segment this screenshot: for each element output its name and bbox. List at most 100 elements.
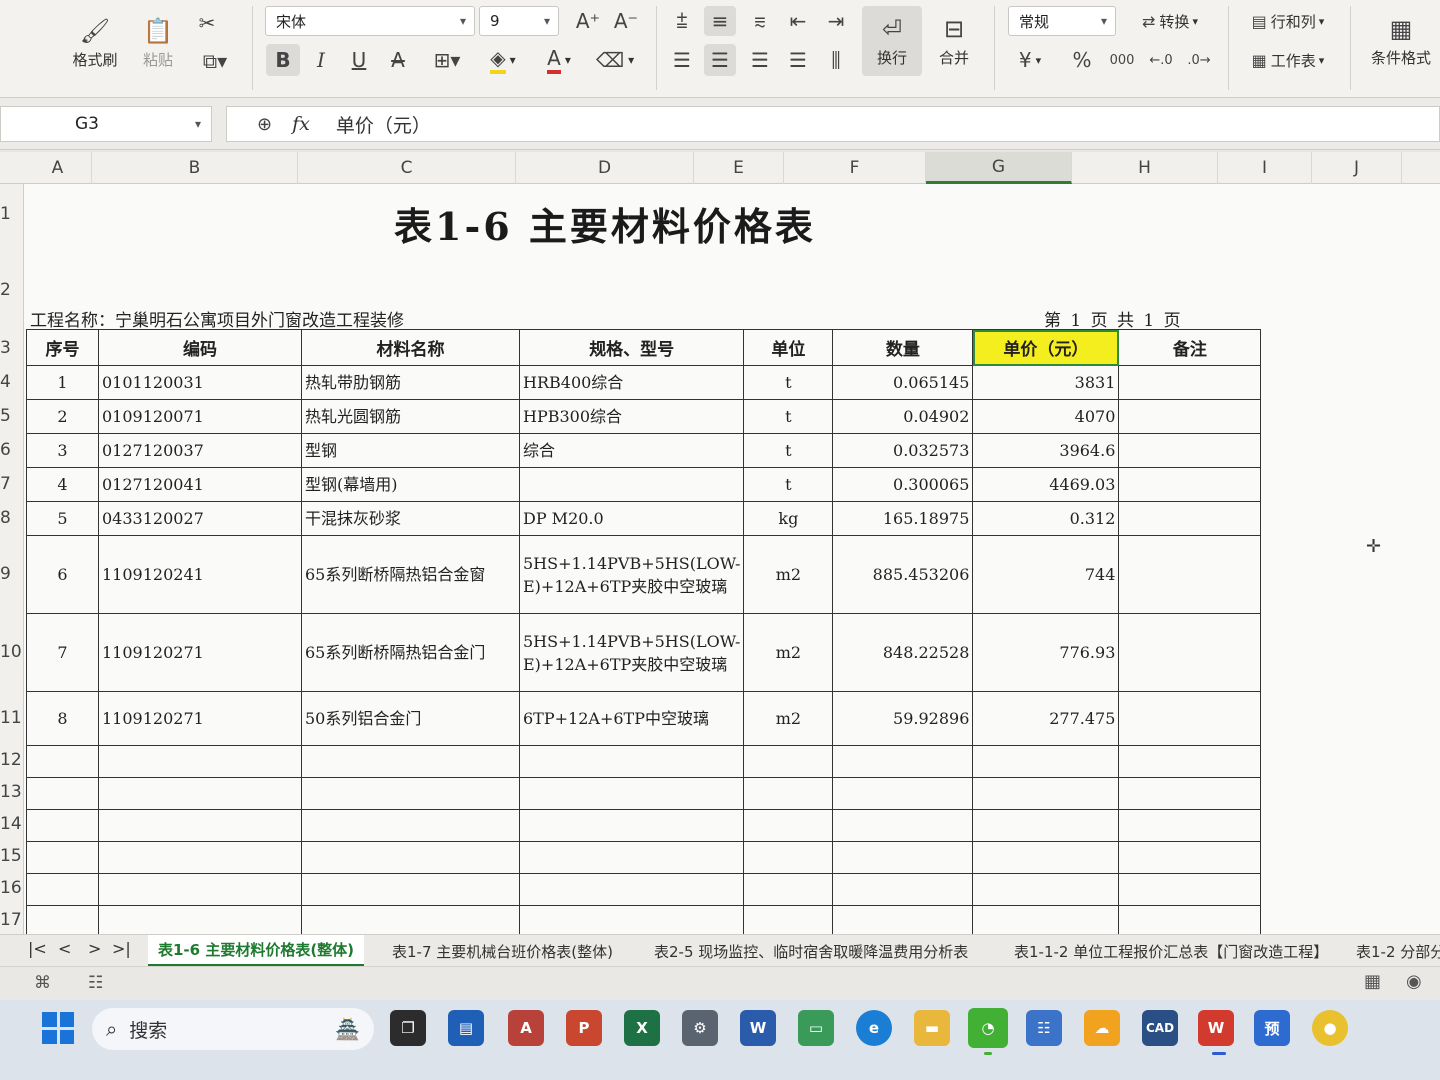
access-app-icon[interactable]: A bbox=[508, 1010, 544, 1046]
first-sheet-icon[interactable]: |< bbox=[28, 939, 47, 958]
taskbar-search-box[interactable]: ⌕ 搜索 🏯 bbox=[92, 1008, 374, 1050]
cell-unit[interactable]: t bbox=[743, 467, 834, 502]
conditional-format-button[interactable]: ▦ 条件格式 bbox=[1362, 6, 1440, 76]
increase-indent-button[interactable]: ⇥ bbox=[820, 6, 852, 36]
store-icon[interactable]: ▤ bbox=[448, 1010, 484, 1046]
cell-qty[interactable]: 885.453206 bbox=[832, 535, 974, 614]
cell-qty[interactable]: 59.92896 bbox=[832, 691, 974, 746]
italic-button[interactable]: I bbox=[306, 44, 336, 76]
justify-button[interactable]: ☰ bbox=[782, 44, 814, 76]
wps-form-icon[interactable]: ☷ bbox=[1026, 1010, 1062, 1046]
cell-note[interactable] bbox=[1118, 399, 1262, 434]
bold-button[interactable]: B bbox=[266, 44, 300, 76]
settings-gear-icon[interactable]: ⚙ bbox=[682, 1010, 718, 1046]
cell-qty[interactable]: 848.22528 bbox=[832, 613, 974, 692]
increase-font-button[interactable]: A⁺ bbox=[572, 6, 604, 36]
cell-code[interactable]: 1109120241 bbox=[98, 535, 302, 614]
cell-note[interactable] bbox=[1118, 433, 1262, 468]
task-view-icon[interactable]: ❐ bbox=[390, 1010, 426, 1046]
cell-unit[interactable]: t bbox=[743, 433, 834, 468]
column-header-e[interactable]: E bbox=[694, 152, 784, 184]
last-sheet-icon[interactable]: >| bbox=[112, 939, 131, 958]
number-format-select[interactable]: 常规 ▾ bbox=[1008, 6, 1116, 36]
start-button[interactable] bbox=[42, 1012, 74, 1044]
merge-cells-button[interactable]: ⊟ 合并 bbox=[926, 6, 982, 76]
prev-sheet-icon[interactable]: < bbox=[58, 939, 71, 958]
decrease-font-button[interactable]: A⁻ bbox=[610, 6, 642, 36]
cell-spec[interactable]: 6TP+12A+6TP中空玻璃 bbox=[518, 691, 745, 746]
cell-price[interactable]: 0.312 bbox=[972, 501, 1120, 536]
cell-qty[interactable]: 165.18975 bbox=[832, 501, 974, 536]
remote-app-icon[interactable]: ▭ bbox=[798, 1010, 834, 1046]
header-unit[interactable]: 单位 bbox=[743, 329, 834, 366]
cell-spec[interactable]: 5HS+1.14PVB+5HS(LOW-E)+12A+6TP夹胶中空玻璃 bbox=[518, 535, 745, 614]
name-box[interactable]: G3 ▾ bbox=[0, 106, 212, 142]
preview-app-icon[interactable]: 预 bbox=[1254, 1010, 1290, 1046]
cell-spec[interactable]: 综合 bbox=[518, 433, 745, 468]
cell-name[interactable]: 热轧带肋钢筋 bbox=[301, 365, 520, 400]
paste-button[interactable]: 📋 粘贴 bbox=[130, 8, 186, 78]
font-size-select[interactable]: 9 ▾ bbox=[479, 6, 559, 36]
currency-format-button[interactable]: ¥ ▾ bbox=[1008, 44, 1052, 76]
cell-spec[interactable]: DP M20.0 bbox=[518, 501, 745, 536]
increase-decimal-button[interactable]: ←.0 bbox=[1144, 44, 1178, 76]
cell-no[interactable]: 4 bbox=[26, 467, 99, 502]
format-painter-button[interactable]: 🖌 格式刷 bbox=[62, 8, 128, 78]
cell-no[interactable]: 8 bbox=[26, 691, 99, 746]
cell-price[interactable]: 277.475 bbox=[972, 691, 1120, 746]
cell-note[interactable] bbox=[1118, 501, 1262, 536]
font-name-select[interactable]: 宋体 ▾ bbox=[265, 6, 475, 36]
cell-price[interactable]: 4070 bbox=[972, 399, 1120, 434]
cell-no[interactable]: 7 bbox=[26, 613, 99, 692]
eye-protection-icon[interactable]: ◉ bbox=[1406, 971, 1422, 992]
sheet-tab-1-6[interactable]: 表1-6 主要材料价格表(整体) bbox=[148, 935, 365, 967]
cell-name[interactable]: 65系列断桥隔热铝合金窗 bbox=[301, 535, 520, 614]
cell-spec[interactable]: 5HS+1.14PVB+5HS(LOW-E)+12A+6TP夹胶中空玻璃 bbox=[518, 613, 745, 692]
sheet-tab-2-5[interactable]: 表2-5 现场监控、临时宿舍取暖降温费用分析表 bbox=[654, 935, 968, 967]
cell-name[interactable]: 热轧光圆钢筋 bbox=[301, 399, 520, 434]
wechat-icon[interactable]: ◔ bbox=[968, 1008, 1008, 1048]
cell-no[interactable]: 1 bbox=[26, 365, 99, 400]
cell-name[interactable]: 干混抹灰砂浆 bbox=[301, 501, 520, 536]
powerpoint-app-icon[interactable]: P bbox=[566, 1010, 602, 1046]
macro-icon[interactable]: ⌘ bbox=[34, 973, 51, 993]
zoom-icon[interactable]: ⊕ bbox=[257, 114, 272, 135]
cell-qty[interactable]: 0.300065 bbox=[832, 467, 974, 502]
column-header-b[interactable]: B bbox=[92, 152, 298, 184]
copy-button[interactable]: ⧉▾ bbox=[192, 46, 238, 76]
column-header-a[interactable]: A bbox=[24, 152, 92, 184]
cell-price[interactable]: 744 bbox=[972, 535, 1120, 614]
cell-note[interactable] bbox=[1118, 691, 1262, 746]
cell-name[interactable]: 型钢(幕墙用) bbox=[301, 467, 520, 502]
word-app-icon[interactable]: W bbox=[740, 1010, 776, 1046]
cell-code[interactable]: 0127120037 bbox=[98, 433, 302, 468]
align-center-button[interactable]: ☰ bbox=[704, 44, 736, 76]
next-sheet-icon[interactable]: > bbox=[88, 939, 101, 958]
column-header-i[interactable]: I bbox=[1218, 152, 1312, 184]
normal-view-icon[interactable]: ▦ bbox=[1364, 971, 1381, 992]
cell-unit[interactable]: m2 bbox=[743, 613, 834, 692]
cell-spec[interactable]: HPB300综合 bbox=[518, 399, 745, 434]
strikethrough-button[interactable]: A bbox=[382, 44, 414, 76]
cell-price[interactable]: 4469.03 bbox=[972, 467, 1120, 502]
column-header-c[interactable]: C bbox=[298, 152, 516, 184]
cell-note[interactable] bbox=[1118, 535, 1262, 614]
edge-browser-icon[interactable]: e bbox=[856, 1010, 892, 1046]
cell-unit[interactable]: t bbox=[743, 399, 834, 434]
align-bottom-button[interactable]: ⩳ bbox=[744, 6, 776, 36]
cell-no[interactable]: 6 bbox=[26, 535, 99, 614]
thousands-format-button[interactable]: 000 bbox=[1104, 44, 1140, 76]
header-name[interactable]: 材料名称 bbox=[301, 329, 520, 366]
column-header-g[interactable]: G bbox=[926, 152, 1072, 184]
cell-note[interactable] bbox=[1118, 467, 1262, 502]
header-qty[interactable]: 数量 bbox=[832, 329, 974, 366]
cell-no[interactable]: 3 bbox=[26, 433, 99, 468]
distribute-button[interactable]: ⫼ bbox=[820, 44, 852, 76]
cell-unit[interactable]: m2 bbox=[743, 535, 834, 614]
cell-spec[interactable]: HRB400综合 bbox=[518, 365, 745, 400]
decrease-decimal-button[interactable]: .0→ bbox=[1182, 44, 1216, 76]
cell-spec[interactable] bbox=[518, 467, 745, 502]
borders-button[interactable]: ⊞▾ bbox=[424, 44, 470, 76]
column-header-f[interactable]: F bbox=[784, 152, 926, 184]
sheet-tab-1-2[interactable]: 表1-2 分部分 bbox=[1356, 935, 1440, 967]
